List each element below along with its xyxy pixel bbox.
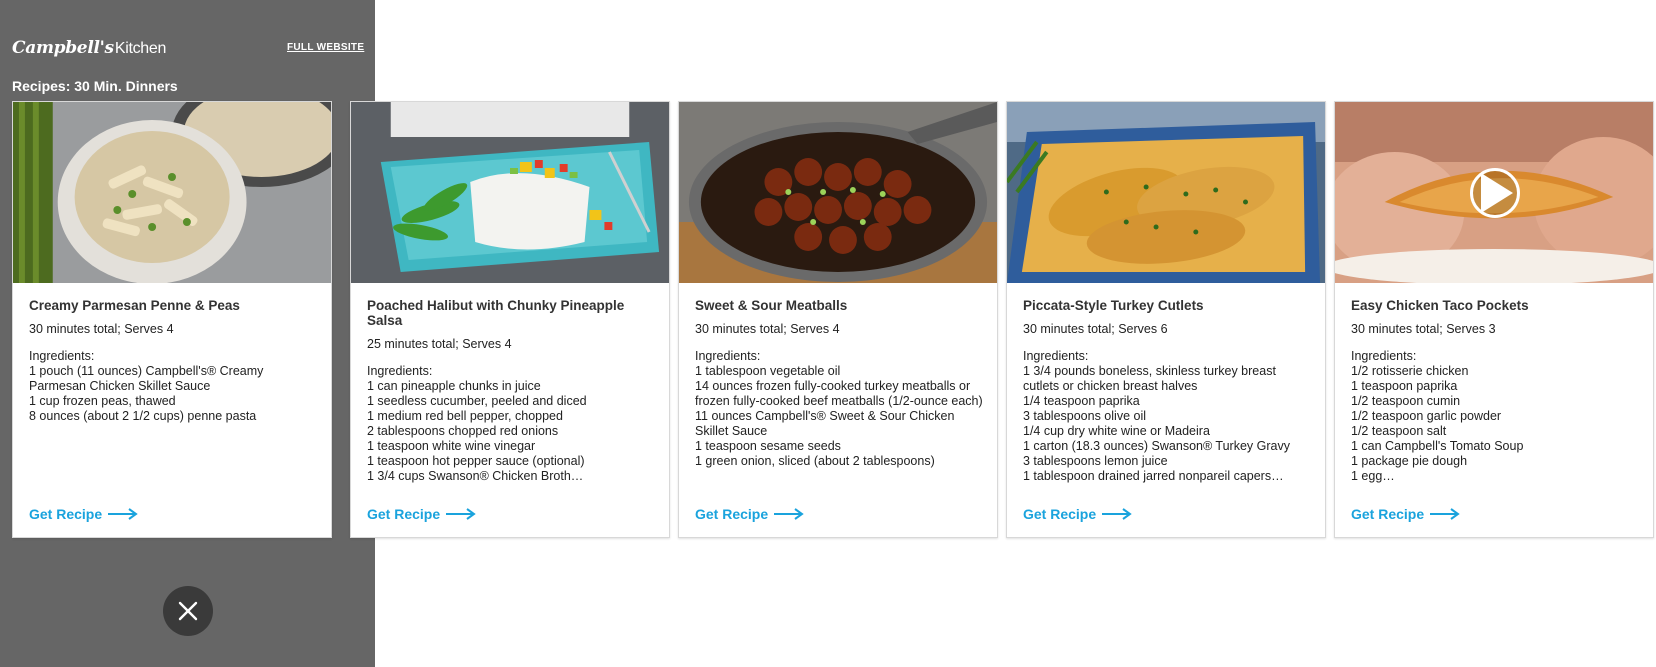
recipe-meta: 25 minutes total; Serves 4 <box>367 337 512 351</box>
arrow-right-icon <box>108 508 138 520</box>
video-play-button[interactable] <box>1470 168 1520 218</box>
brand-logo[interactable]: Campbell's Kitchen <box>12 38 166 58</box>
ingredient-item: 1 can pineapple chunks in juice <box>367 379 541 393</box>
ingredient-item: 1 green onion, sliced (about 2 tablespoo… <box>695 454 935 468</box>
penne-dish-image <box>13 102 331 283</box>
close-button[interactable] <box>163 586 213 636</box>
ingredient-item: 1/2 teaspoon salt <box>1351 424 1447 438</box>
recipe-card[interactable]: Creamy Parmesan Penne & Peas 30 minutes … <box>12 101 332 538</box>
ingredient-item: 1 seedless cucumber, peeled and diced <box>367 394 587 408</box>
recipe-card[interactable]: Sweet & Sour Meatballs 30 minutes total;… <box>678 101 998 538</box>
recipe-image[interactable] <box>679 102 997 283</box>
ingredient-item: 1/2 teaspoon cumin <box>1351 394 1461 408</box>
recipe-card[interactable]: Piccata-Style Turkey Cutlets 30 minutes … <box>1006 101 1326 538</box>
recipe-card-body: Poached Halibut with Chunky Pineapple Sa… <box>367 298 655 484</box>
ingredients-label: Ingredients: <box>1351 349 1417 363</box>
recipe-meta: 30 minutes total; Serves 6 <box>1023 322 1168 336</box>
ingredients-label: Ingredients: <box>367 364 433 378</box>
get-recipe-link[interactable]: Get Recipe <box>367 506 476 522</box>
ingredient-item: 3 tablespoons lemon juice <box>1023 454 1168 468</box>
recipe-meta: 30 minutes total; Serves 4 <box>695 322 840 336</box>
ingredient-item: 1 teaspoon white wine vinegar <box>367 439 536 453</box>
ingredient-item: 1 tablespoon vegetable oil <box>695 364 841 378</box>
get-recipe-label: Get Recipe <box>695 506 769 522</box>
full-website-link[interactable]: FULL WEBSITE <box>287 42 364 53</box>
ingredient-item: 1 teaspoon sesame seeds <box>695 439 841 453</box>
recipe-title[interactable]: Creamy Parmesan Penne & Peas <box>29 298 317 313</box>
ingredient-item: 1 cup frozen peas, thawed <box>29 394 176 408</box>
ingredients-label: Ingredients: <box>695 349 761 363</box>
ingredient-item: 1 teaspoon paprika <box>1351 379 1458 393</box>
recipe-title[interactable]: Easy Chicken Taco Pockets <box>1351 298 1639 313</box>
play-icon <box>1481 173 1513 213</box>
get-recipe-label: Get Recipe <box>1351 506 1425 522</box>
get-recipe-label: Get Recipe <box>367 506 441 522</box>
arrow-right-icon <box>774 508 804 520</box>
ingredient-item: 14 ounces frozen fully-cooked turkey mea… <box>695 379 983 408</box>
ingredients-list: Ingredients: 1 3/4 pounds boneless, skin… <box>1023 349 1311 484</box>
section-title: Recipes: 30 Min. Dinners <box>12 78 178 94</box>
recipe-title[interactable]: Poached Halibut with Chunky Pineapple Sa… <box>367 298 655 328</box>
close-icon <box>178 601 198 621</box>
recipe-card-body: Sweet & Sour Meatballs 30 minutes total;… <box>695 298 983 469</box>
recipe-card[interactable]: Poached Halibut with Chunky Pineapple Sa… <box>350 101 670 538</box>
recipe-meta: 30 minutes total; Serves 3 <box>1351 322 1496 336</box>
ingredient-item: 1 tablespoon drained jarred nonpareil ca… <box>1023 469 1284 483</box>
recipe-title[interactable]: Piccata-Style Turkey Cutlets <box>1023 298 1311 313</box>
ingredient-item: 1/2 rotisserie chicken <box>1351 364 1469 378</box>
ingredients-list: Ingredients: 1/2 rotisserie chicken 1 te… <box>1351 349 1639 484</box>
recipe-title[interactable]: Sweet & Sour Meatballs <box>695 298 983 313</box>
ingredient-item: 1 teaspoon hot pepper sauce (optional) <box>367 454 585 468</box>
recipe-card[interactable]: Easy Chicken Taco Pockets 30 minutes tot… <box>1334 101 1654 538</box>
recipe-image[interactable] <box>351 102 669 283</box>
ingredients-list: Ingredients: 1 can pineapple chunks in j… <box>367 364 655 484</box>
recipe-card-body: Creamy Parmesan Penne & Peas 30 minutes … <box>29 298 317 424</box>
brand-logo-word: Kitchen <box>114 40 167 57</box>
get-recipe-link[interactable]: Get Recipe <box>695 506 804 522</box>
ingredient-item: 2 tablespoons chopped red onions <box>367 424 559 438</box>
ingredient-item: 1/4 teaspoon paprika <box>1023 394 1140 408</box>
arrow-right-icon <box>1102 508 1132 520</box>
halibut-dish-image <box>351 102 669 283</box>
get-recipe-link[interactable]: Get Recipe <box>29 506 138 522</box>
ingredient-item: 1 egg… <box>1351 469 1395 483</box>
ingredient-item: 1/4 cup dry white wine or Madeira <box>1023 424 1210 438</box>
ingredients-label: Ingredients: <box>1023 349 1089 363</box>
ingredient-item: 1 package pie dough <box>1351 454 1468 468</box>
recipe-image[interactable] <box>1007 102 1325 283</box>
recipe-image[interactable] <box>13 102 331 283</box>
ingredients-list: Ingredients: 1 tablespoon vegetable oil … <box>695 349 983 469</box>
turkey-cutlets-image <box>1007 102 1325 283</box>
ingredient-item: 1 medium red bell pepper, chopped <box>367 409 563 423</box>
recipe-meta: 30 minutes total; Serves 4 <box>29 322 174 336</box>
get-recipe-link[interactable]: Get Recipe <box>1023 506 1132 522</box>
ingredient-item: 1 3/4 cups Swanson® Chicken Broth… <box>367 469 584 483</box>
arrow-right-icon <box>446 508 476 520</box>
brand-logo-script: Campbell's <box>12 38 114 58</box>
get-recipe-label: Get Recipe <box>29 506 103 522</box>
ingredients-label: Ingredients: <box>29 349 95 363</box>
ingredient-item: 1 can Campbell's Tomato Soup <box>1351 439 1524 453</box>
recipe-card-body: Easy Chicken Taco Pockets 30 minutes tot… <box>1351 298 1639 484</box>
get-recipe-label: Get Recipe <box>1023 506 1097 522</box>
ingredient-item: 1 3/4 pounds boneless, skinless turkey b… <box>1023 364 1276 393</box>
arrow-right-icon <box>1430 508 1460 520</box>
recipe-image[interactable] <box>1335 102 1653 283</box>
ingredient-item: 1 pouch (11 ounces) Campbell's® Creamy P… <box>29 364 264 393</box>
page: Campbell's Kitchen FULL WEBSITE Recipes:… <box>0 0 1656 667</box>
ingredient-item: 3 tablespoons olive oil <box>1023 409 1146 423</box>
ingredient-item: 11 ounces Campbell's® Sweet & Sour Chick… <box>695 409 955 438</box>
ingredient-item: 8 ounces (about 2 1/2 cups) penne pasta <box>29 409 257 423</box>
get-recipe-link[interactable]: Get Recipe <box>1351 506 1460 522</box>
meatballs-dish-image <box>679 102 997 283</box>
recipe-card-body: Piccata-Style Turkey Cutlets 30 minutes … <box>1023 298 1311 484</box>
ingredients-list: Ingredients: 1 pouch (11 ounces) Campbel… <box>29 349 317 424</box>
ingredient-item: 1/2 teaspoon garlic powder <box>1351 409 1502 423</box>
ingredient-item: 1 carton (18.3 ounces) Swanson® Turkey G… <box>1023 439 1290 453</box>
